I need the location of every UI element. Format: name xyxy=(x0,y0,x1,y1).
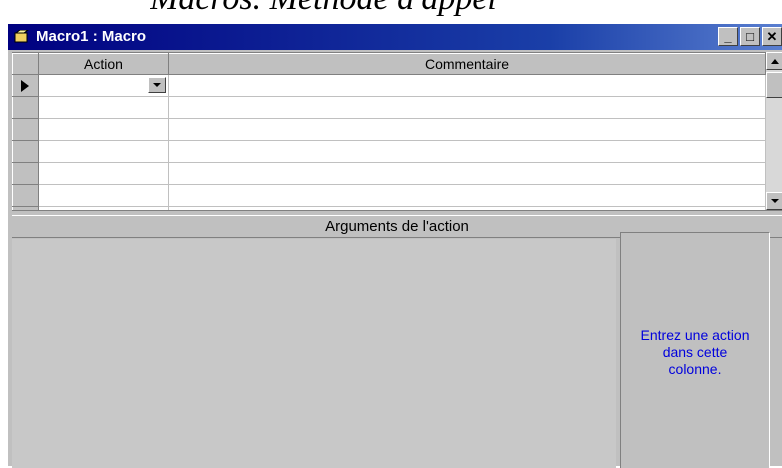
macro-grid: Action Commentaire xyxy=(12,52,766,211)
macro-window: Macro1 : Macro _ □ ✕ Action Commentaire xyxy=(6,22,782,468)
select-all-cell[interactable] xyxy=(12,53,39,75)
page-caption: Macros. Méthode d'appel xyxy=(150,0,650,16)
window-title: Macro1 : Macro xyxy=(36,28,147,45)
table-row xyxy=(12,184,766,207)
maximize-button[interactable]: □ xyxy=(740,27,760,46)
row-selector[interactable] xyxy=(12,96,39,119)
scroll-up-button[interactable] xyxy=(766,52,782,70)
hint-text: Entrez une action dans cette colonne. xyxy=(640,327,750,377)
current-row-icon xyxy=(21,79,29,92)
title-bar[interactable]: Macro1 : Macro _ □ ✕ xyxy=(8,24,782,50)
action-cell[interactable] xyxy=(38,184,169,207)
pane-splitter[interactable] xyxy=(12,210,782,216)
table-row xyxy=(12,140,766,163)
column-header-comment[interactable]: Commentaire xyxy=(168,53,766,75)
comment-cell[interactable] xyxy=(168,162,766,185)
action-cell[interactable] xyxy=(38,162,169,185)
minimize-button[interactable]: _ xyxy=(718,27,738,46)
scroll-thumb[interactable] xyxy=(766,72,782,98)
hint-box: Entrez une action dans cette colonne. xyxy=(620,232,770,468)
table-row xyxy=(12,74,766,97)
chevron-down-icon xyxy=(771,199,779,203)
chevron-down-icon xyxy=(153,83,161,87)
comment-cell[interactable] xyxy=(168,118,766,141)
action-cell[interactable] xyxy=(38,74,169,97)
row-selector[interactable] xyxy=(12,184,39,207)
table-row xyxy=(12,162,766,185)
comment-cell[interactable] xyxy=(168,74,766,97)
scroll-down-button[interactable] xyxy=(766,192,782,210)
vertical-scrollbar[interactable] xyxy=(766,52,782,210)
chevron-up-icon xyxy=(771,58,779,64)
action-cell[interactable] xyxy=(38,118,169,141)
action-dropdown-button[interactable] xyxy=(148,77,166,93)
comment-cell[interactable] xyxy=(168,184,766,207)
row-selector[interactable] xyxy=(12,162,39,185)
minimize-icon: _ xyxy=(724,29,732,44)
column-header-action[interactable]: Action xyxy=(38,53,169,75)
row-selector[interactable] xyxy=(12,118,39,141)
action-cell[interactable] xyxy=(38,96,169,119)
comment-cell[interactable] xyxy=(168,96,766,119)
arguments-panel xyxy=(12,239,616,468)
maximize-icon: □ xyxy=(746,29,754,44)
action-cell[interactable] xyxy=(38,140,169,163)
table-row xyxy=(12,118,766,141)
close-button[interactable]: ✕ xyxy=(762,27,782,46)
macro-icon xyxy=(14,29,30,44)
close-icon: ✕ xyxy=(766,28,778,44)
row-selector[interactable] xyxy=(12,74,39,97)
grid-header-row: Action Commentaire xyxy=(12,53,766,75)
table-row xyxy=(12,96,766,119)
row-selector[interactable] xyxy=(12,140,39,163)
comment-cell[interactable] xyxy=(168,140,766,163)
